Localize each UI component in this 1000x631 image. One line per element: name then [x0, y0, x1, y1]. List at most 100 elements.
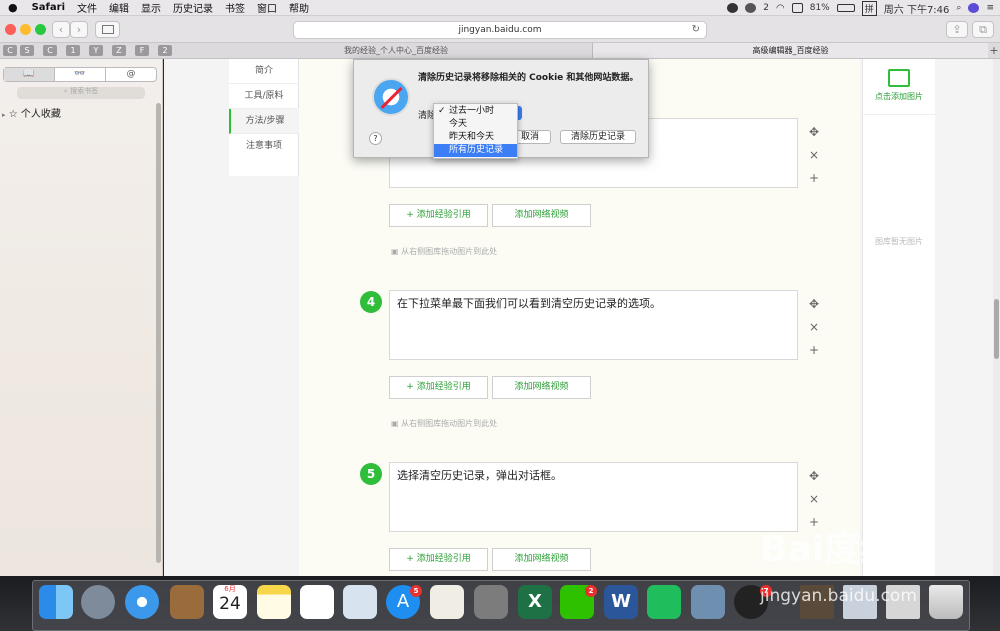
nav-item-intro[interactable]: 简介	[229, 59, 299, 84]
delete-icon[interactable]: ×	[807, 148, 821, 162]
add-video-button[interactable]: 添加网络视频	[492, 548, 591, 571]
add-video-button[interactable]: 添加网络视频	[492, 204, 591, 227]
apple-menu-icon[interactable]: ●	[0, 1, 26, 14]
add-step-icon[interactable]: +	[807, 171, 821, 185]
tab-add-button[interactable]: +	[988, 43, 1000, 58]
favorite-item[interactable]: F	[135, 45, 149, 56]
favorites-bar: C S C 1 Y Z F 2 我的经验_个人中心_百度经验 高级编辑器_百度经…	[0, 43, 1000, 59]
tabs-overview-icon: ⧉	[979, 23, 987, 36]
excel-icon[interactable]: X	[518, 585, 552, 619]
sidebar-scrollbar[interactable]	[156, 103, 161, 563]
menu-edit[interactable]: 编辑	[103, 0, 135, 15]
calendar-icon[interactable]: 6月 24	[213, 585, 247, 619]
new-tab-button[interactable]: ⧉	[972, 21, 994, 38]
add-reference-button[interactable]: + 添加经验引用	[389, 204, 488, 227]
move-icon[interactable]: ✥	[807, 125, 821, 139]
menu-safari[interactable]: Safari	[26, 2, 71, 13]
notes-icon[interactable]	[257, 585, 291, 619]
share-button[interactable]: ⇪	[946, 21, 968, 38]
dropdown-option-label: 昨天和今天	[449, 132, 495, 142]
shared-links-tab-icon[interactable]: @	[106, 68, 156, 81]
tab-my-experience[interactable]: 我的经验_个人中心_百度经验	[200, 43, 593, 58]
favorite-item[interactable]: S	[20, 45, 34, 56]
favorite-item[interactable]: 2	[158, 45, 172, 56]
sidebar-segmented-control: 📖 👓 @	[3, 67, 157, 82]
add-video-button[interactable]: 添加网络视频	[492, 376, 591, 399]
delete-icon[interactable]: ×	[807, 320, 821, 334]
move-icon[interactable]: ✥	[807, 469, 821, 483]
menu-file[interactable]: 文件	[71, 0, 103, 15]
input-method[interactable]: 拼	[861, 0, 877, 16]
add-reference-button[interactable]: + 添加经验引用	[389, 376, 488, 399]
sidebar-toggle-button[interactable]	[95, 21, 120, 38]
dropdown-option-yesterday-today[interactable]: 昨天和今天	[434, 131, 517, 144]
sidebar-item-favorites[interactable]: ▸ ☆ 个人收藏	[2, 105, 61, 120]
step-text-box[interactable]: 选择清空历史记录，弹出对话框。	[389, 462, 798, 532]
wechat-icon[interactable]	[745, 3, 757, 13]
dropdown-option-today[interactable]: 今天	[434, 118, 517, 131]
clock[interactable]: 周六 下午7:46	[884, 1, 950, 16]
battery-icon[interactable]	[836, 4, 855, 12]
word-icon[interactable]: W	[604, 585, 638, 619]
shield-app-icon[interactable]	[647, 585, 681, 619]
favorite-item[interactable]: 1	[66, 45, 80, 56]
bookmarks-tab-icon[interactable]: 📖	[4, 68, 55, 81]
system-preferences-icon[interactable]	[474, 585, 508, 619]
add-reference-button[interactable]: + 添加经验引用	[389, 548, 488, 571]
page-scrollbar[interactable]	[993, 59, 1000, 576]
favorite-item[interactable]: C	[43, 45, 57, 56]
address-bar[interactable]: jingyan.baidu.com ↻	[293, 21, 707, 39]
favorite-item[interactable]: Y	[89, 45, 103, 56]
reading-list-tab-icon[interactable]: 👓	[55, 68, 106, 81]
step-text-box[interactable]: 在下拉菜单最下面我们可以看到清空历史记录的选项。	[389, 290, 798, 360]
bookmark-search-input[interactable]: ⌕ 搜索书签	[17, 87, 145, 99]
nav-item-steps[interactable]: 方法/步骤	[229, 109, 299, 134]
mail-stamp-icon[interactable]	[170, 585, 204, 619]
zoom-window-button[interactable]	[35, 24, 46, 35]
forward-button[interactable]: ›	[70, 21, 88, 38]
back-button[interactable]: ‹	[52, 21, 70, 38]
dropdown-option-last-hour[interactable]: ✓ 过去一小时	[434, 105, 517, 118]
tab-advanced-editor[interactable]: 高级编辑器_百度经验	[593, 43, 988, 58]
nav-item-tools[interactable]: 工具/原料	[229, 84, 299, 109]
reload-icon[interactable]: ↻	[692, 22, 700, 38]
photos-viewer-icon[interactable]	[691, 585, 725, 619]
launchpad-icon[interactable]	[81, 585, 115, 619]
help-button[interactable]: ?	[369, 132, 382, 145]
clear-history-button[interactable]: 清除历史记录	[560, 130, 636, 144]
checkmark-icon: ✓	[438, 106, 446, 116]
favorite-item[interactable]: C	[3, 45, 17, 56]
nav-item-notes[interactable]: 注意事项	[229, 134, 299, 159]
wifi-icon[interactable]: ◠	[776, 3, 785, 14]
add-image-icon	[888, 69, 910, 87]
preview-icon[interactable]	[343, 585, 377, 619]
add-step-icon[interactable]: +	[807, 343, 821, 357]
close-window-button[interactable]	[5, 24, 16, 35]
browser-toolbar: ‹ › jingyan.baidu.com ↻ ⇪ ⧉	[0, 16, 1000, 43]
menu-bookmarks[interactable]: 书签	[219, 0, 251, 15]
textedit-icon[interactable]	[430, 585, 464, 619]
dropdown-option-all-history[interactable]: 所有历史记录	[434, 144, 517, 157]
trash-icon[interactable]	[929, 585, 963, 619]
menu-help[interactable]: 帮助	[283, 0, 315, 15]
penguin-icon[interactable]	[727, 3, 739, 13]
minimize-window-button[interactable]	[20, 24, 31, 35]
airplay-icon[interactable]	[791, 3, 803, 13]
menu-history[interactable]: 历史记录	[167, 0, 219, 15]
page-scrollbar-thumb[interactable]	[994, 299, 999, 359]
favorite-item[interactable]: Z	[112, 45, 126, 56]
calendar-day: 24	[219, 594, 241, 614]
delete-icon[interactable]: ×	[807, 492, 821, 506]
menu-view[interactable]: 显示	[135, 0, 167, 15]
reminders-icon[interactable]	[300, 585, 334, 619]
help-icon: ?	[373, 134, 378, 143]
add-image-button[interactable]: 点击添加图片	[863, 59, 935, 115]
move-icon[interactable]: ✥	[807, 297, 821, 311]
disclosure-icon[interactable]: ▸	[2, 111, 6, 119]
menu-window[interactable]: 窗口	[251, 0, 283, 15]
notification-icon[interactable]: ≡	[986, 3, 994, 13]
safari-dock-icon[interactable]	[125, 585, 159, 619]
siri-icon[interactable]	[968, 3, 980, 13]
finder-icon[interactable]	[39, 585, 73, 619]
spotlight-icon[interactable]: ⌕	[956, 3, 961, 13]
